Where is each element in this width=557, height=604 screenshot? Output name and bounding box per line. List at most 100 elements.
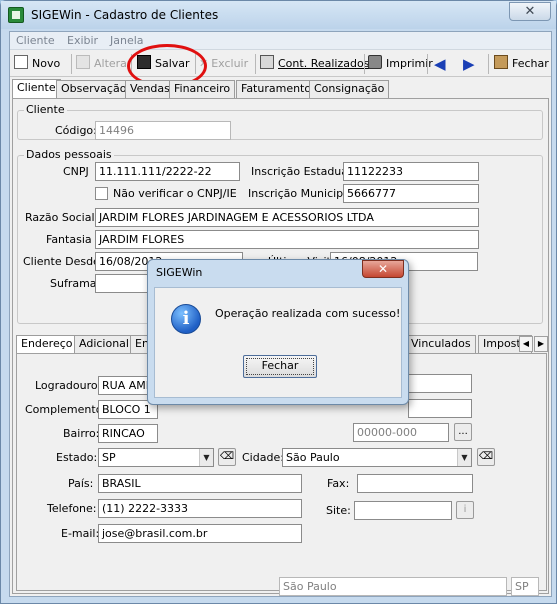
dialog-body: i Operação realizada com sucesso! Fechar: [154, 287, 402, 398]
message-dialog: SIGEWin ✕ i Operação realizada com suces…: [147, 259, 409, 405]
tab-financeiro[interactable]: Financeiro: [169, 80, 236, 98]
fechar-label: Fechar: [512, 57, 549, 70]
uf-readonly-field: SP: [511, 577, 539, 596]
dialog-close-button[interactable]: ✕: [362, 260, 404, 278]
dialog-fechar-button[interactable]: Fechar: [243, 355, 317, 378]
cnpj-label: CNPJ: [63, 165, 89, 178]
nao-verificar-checkbox[interactable]: [95, 187, 108, 200]
alterar-button[interactable]: Alterar: [76, 54, 131, 74]
subtab-vinculados[interactable]: Vinculados: [406, 335, 476, 353]
eraser-cidade-icon[interactable]: ⌫: [477, 448, 495, 466]
next-arrow-icon[interactable]: ▶: [463, 54, 475, 74]
subtab-scroll: ◀ ▶: [519, 336, 549, 352]
cont-realizados-label: Cont. Realizados: [278, 57, 370, 70]
previous-arrow-icon[interactable]: ◀: [434, 54, 446, 74]
scroll-right-icon[interactable]: ▶: [534, 336, 548, 352]
suframa-label: Suframa: [50, 277, 97, 290]
tab-consignacao[interactable]: Consignação: [309, 80, 390, 98]
inscricao-estadual-label: Inscrição Estadual: [251, 165, 352, 178]
site-open-button[interactable]: i: [456, 501, 474, 519]
new-document-icon: [14, 55, 28, 69]
complemento-label: Complemento:: [25, 403, 107, 416]
estado-value: SP: [102, 451, 116, 464]
estado-label: Estado:: [56, 451, 98, 464]
title-bar: SIGEWin - Cadastro de Clientes ✕: [1, 1, 556, 29]
cidade-value: São Paulo: [286, 451, 340, 464]
menu-bar: Cliente Exibir Janela: [10, 32, 551, 50]
tab-faturamento[interactable]: Faturamento: [236, 80, 317, 98]
cidade-label: Cidade:: [242, 451, 284, 464]
alterar-label: Alterar: [94, 57, 132, 70]
cep-search-button[interactable]: ...: [454, 423, 472, 441]
cidade-combo[interactable]: São Paulo ▼: [282, 448, 472, 467]
bairro-field[interactable]: RINCAO: [98, 424, 158, 443]
pais-field[interactable]: BRASIL: [98, 474, 302, 493]
fantasia-label: Fantasia: [46, 233, 92, 246]
pais-label: País:: [68, 477, 94, 490]
chevron-down-icon: ▼: [457, 449, 471, 466]
tab-observacao[interactable]: Observação: [56, 80, 132, 98]
logradouro-label: Logradouro:: [35, 379, 102, 392]
menu-cliente[interactable]: Cliente: [16, 34, 55, 47]
estado-combo[interactable]: SP ▼: [98, 448, 214, 467]
cont-realizados-button[interactable]: Cont. Realizados: [260, 54, 369, 74]
chevron-down-icon: ▼: [199, 449, 213, 466]
email-label: E-mail:: [61, 527, 100, 540]
codigo-field[interactable]: 14496: [95, 121, 231, 140]
novo-label: Novo: [32, 57, 61, 70]
imprimir-label: Imprimir: [386, 57, 433, 70]
scroll-left-icon[interactable]: ◀: [519, 336, 533, 352]
fax-field[interactable]: [357, 474, 473, 493]
app-icon: [8, 7, 24, 23]
bairro-label: Bairro:: [63, 427, 100, 440]
site-label: Site:: [326, 504, 351, 517]
window-title: SIGEWin - Cadastro de Clientes: [31, 8, 219, 22]
excluir-button[interactable]: ✕ Excluir: [199, 54, 248, 74]
inscricao-municipal-label: Inscrição Municipal: [248, 187, 353, 200]
complemento-extra-field[interactable]: [408, 399, 472, 418]
edit-icon: [76, 55, 90, 69]
nao-verificar-label: Não verificar o CNPJ/IE: [113, 187, 237, 200]
email-field[interactable]: jose@brasil.com.br: [98, 524, 302, 543]
toolbar: Novo Alterar Salvar ✕ Excluir Cont. Reali…: [10, 51, 551, 77]
numero-field[interactable]: [408, 374, 472, 393]
printer-icon: [368, 55, 382, 69]
cliente-group-title: Cliente: [24, 103, 67, 116]
cidade-readonly-field: São Paulo: [279, 577, 507, 596]
excluir-label: Excluir: [211, 57, 249, 70]
fantasia-field[interactable]: JARDIM FLORES: [95, 230, 479, 249]
eraser-estado-icon[interactable]: ⌫: [218, 448, 236, 466]
delete-x-icon: ✕: [199, 57, 209, 70]
exit-door-icon: [494, 55, 508, 69]
fechar-toolbar-button[interactable]: Fechar: [494, 54, 549, 74]
tab-vendas[interactable]: Vendas: [125, 80, 175, 98]
window-close-button[interactable]: ✕: [509, 2, 551, 21]
novo-button[interactable]: Novo: [14, 54, 60, 74]
dados-pessoais-title: Dados pessoais: [24, 148, 114, 161]
menu-exibir[interactable]: Exibir: [67, 34, 98, 47]
menu-janela[interactable]: Janela: [110, 34, 144, 47]
codigo-label: Código:: [55, 124, 97, 137]
salvar-button[interactable]: Salvar: [137, 54, 190, 74]
razao-social-label: Razão Social: [25, 211, 95, 224]
info-icon: i: [171, 304, 201, 334]
fax-label: Fax:: [327, 477, 350, 490]
cnpj-field[interactable]: 11.111.111/2222-22: [95, 162, 240, 181]
inscricao-municipal-field[interactable]: 5666777: [343, 184, 479, 203]
telefone-label: Telefone:: [47, 502, 97, 515]
dialog-title: SIGEWin: [156, 266, 203, 279]
save-disk-icon: [137, 55, 151, 69]
dialog-message: Operação realizada com sucesso!: [215, 307, 401, 320]
telefone-field[interactable]: (11) 2222-3333: [98, 499, 302, 518]
subtab-adicional[interactable]: Adicional: [74, 335, 134, 353]
cep-field[interactable]: 00000-000: [353, 423, 449, 442]
contracts-icon: [260, 55, 274, 69]
salvar-label: Salvar: [155, 57, 190, 70]
tab-cliente[interactable]: Cliente: [12, 79, 61, 98]
subtab-endereco[interactable]: Endereço: [16, 335, 78, 355]
cliente-desde-label: Cliente Desde: [23, 255, 100, 268]
inscricao-estadual-field[interactable]: 11122233: [343, 162, 479, 181]
razao-social-field[interactable]: JARDIM FLORES JARDINAGEM E ACESSORIOS LT…: [95, 208, 479, 227]
imprimir-button[interactable]: Imprimir: [368, 54, 433, 74]
site-field[interactable]: [354, 501, 452, 520]
